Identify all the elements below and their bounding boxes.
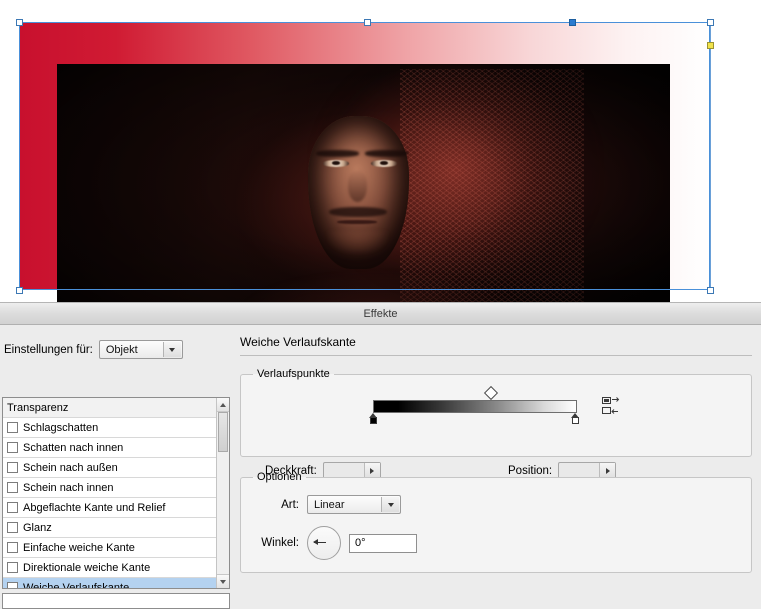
effects-list-item-label: Abgeflachte Kante und Relief xyxy=(23,501,166,514)
effects-list-item-label: Einfache weiche Kante xyxy=(23,541,135,554)
gradient-stops-editor[interactable]: Deckkraft: Position: xyxy=(253,385,739,480)
settings-for-value: Objekt xyxy=(105,343,138,356)
chevron-down-icon[interactable] xyxy=(381,497,399,512)
checkbox-satin[interactable] xyxy=(7,522,18,533)
dialog-title: Effekte xyxy=(363,307,398,320)
effects-list-scrollbar[interactable] xyxy=(216,398,229,588)
effects-list-item-basic-feather[interactable]: Einfache weiche Kante xyxy=(3,538,216,558)
selection-handle-bottom-left[interactable] xyxy=(16,287,23,294)
checkbox-inner-shadow[interactable] xyxy=(7,442,18,453)
checkbox-inner-glow[interactable] xyxy=(7,482,18,493)
checkbox-directional-feather[interactable] xyxy=(7,562,18,573)
portrait-image[interactable] xyxy=(57,64,670,302)
effects-list-item-label: Transparenz xyxy=(7,401,69,414)
gradient-handle-end[interactable] xyxy=(707,42,714,49)
settings-for-dropdown[interactable]: Objekt xyxy=(98,340,183,359)
checkbox-bevel-emboss[interactable] xyxy=(7,502,18,513)
effects-list-item-bevel-emboss[interactable]: Abgeflachte Kante und Relief xyxy=(3,498,216,518)
selection-handle-top-left[interactable] xyxy=(16,19,23,26)
settings-for-row: Einstellungen für: Objekt xyxy=(4,340,183,359)
gradient-stops-group: Verlaufspunkte xyxy=(240,368,752,480)
effects-list-item-transparency[interactable]: Transparenz xyxy=(3,398,216,418)
effects-list-item-label: Schatten nach innen xyxy=(23,441,124,454)
options-legend: Optionen xyxy=(257,471,302,483)
image-vignette xyxy=(57,64,670,302)
panel-title-divider xyxy=(240,355,752,356)
effects-dialog: Effekte Einstellungen für: Objekt Transp… xyxy=(0,302,761,609)
artwork-canvas[interactable] xyxy=(0,0,761,302)
effect-settings-panel: Weiche Verlaufskante Verlaufspunkte Opti… xyxy=(240,335,752,587)
gradient-stop-black[interactable] xyxy=(369,413,378,425)
gradient-ramp[interactable] xyxy=(373,400,577,413)
chevron-down-icon[interactable] xyxy=(162,342,181,357)
checkbox-drop-shadow[interactable] xyxy=(7,422,18,433)
effects-list-item-label: Schein nach außen xyxy=(23,461,118,474)
gradient-stop-white[interactable] xyxy=(571,413,580,425)
effects-list-item-label: Direktionale weiche Kante xyxy=(23,561,151,574)
selection-handle-top-center[interactable] xyxy=(364,19,371,26)
scroll-up-icon[interactable] xyxy=(217,398,229,412)
effects-list-item-label: Schein nach innen xyxy=(23,481,114,494)
selection-handle-bottom-right[interactable] xyxy=(707,287,714,294)
effects-list-footer xyxy=(2,593,230,609)
effects-list-item-inner-shadow[interactable]: Schatten nach innen xyxy=(3,438,216,458)
effects-list-item-directional-feather[interactable]: Direktionale weiche Kante xyxy=(3,558,216,578)
angle-field-row: Winkel: 0° xyxy=(253,526,739,560)
effects-list-item-label: Weiche Verlaufskante xyxy=(23,581,130,589)
dialog-body: Einstellungen für: Objekt Transparenz Sc… xyxy=(0,325,761,609)
dialog-titlebar[interactable]: Effekte xyxy=(0,303,761,325)
panel-title: Weiche Verlaufskante xyxy=(240,335,356,349)
gradient-stops-legend: Verlaufspunkte xyxy=(257,368,330,380)
checkbox-gradient-feather[interactable] xyxy=(7,582,18,588)
gradient-handle-start[interactable] xyxy=(569,19,576,26)
angle-label: Winkel: xyxy=(261,537,299,549)
type-label: Art: xyxy=(281,498,299,511)
effects-list-item-label: Glanz xyxy=(23,521,52,534)
selection-handle-top-right[interactable] xyxy=(707,19,714,26)
effects-list-item-drop-shadow[interactable]: Schlagschatten xyxy=(3,418,216,438)
options-group: Optionen Art: Linear Winkel: 0° xyxy=(240,471,752,573)
scroll-down-icon[interactable] xyxy=(217,574,229,588)
gradient-feather-axis xyxy=(710,23,711,290)
effects-list[interactable]: Transparenz Schlagschatten Schatten nach… xyxy=(3,398,216,588)
gradient-midpoint-handle[interactable] xyxy=(483,385,499,401)
checkbox-basic-feather[interactable] xyxy=(7,542,18,553)
effects-list-item-gradient-feather[interactable]: Weiche Verlaufskante xyxy=(3,578,216,588)
type-dropdown[interactable]: Linear xyxy=(307,495,401,514)
effects-list-item-inner-glow[interactable]: Schein nach innen xyxy=(3,478,216,498)
type-field-row: Art: Linear xyxy=(253,495,739,514)
angle-input[interactable]: 0° xyxy=(349,533,417,553)
checkbox-outer-glow[interactable] xyxy=(7,462,18,473)
reverse-gradient-icon[interactable] xyxy=(601,396,621,416)
effects-list-item-satin[interactable]: Glanz xyxy=(3,518,216,538)
type-value: Linear xyxy=(314,498,345,511)
settings-for-label: Einstellungen für: xyxy=(4,343,93,356)
effects-list-item-outer-glow[interactable]: Schein nach außen xyxy=(3,458,216,478)
effects-list-item-label: Schlagschatten xyxy=(23,421,99,434)
effects-list-panel[interactable]: Transparenz Schlagschatten Schatten nach… xyxy=(2,397,230,589)
angle-dial-icon[interactable] xyxy=(307,526,341,560)
scrollbar-thumb[interactable] xyxy=(218,412,228,452)
